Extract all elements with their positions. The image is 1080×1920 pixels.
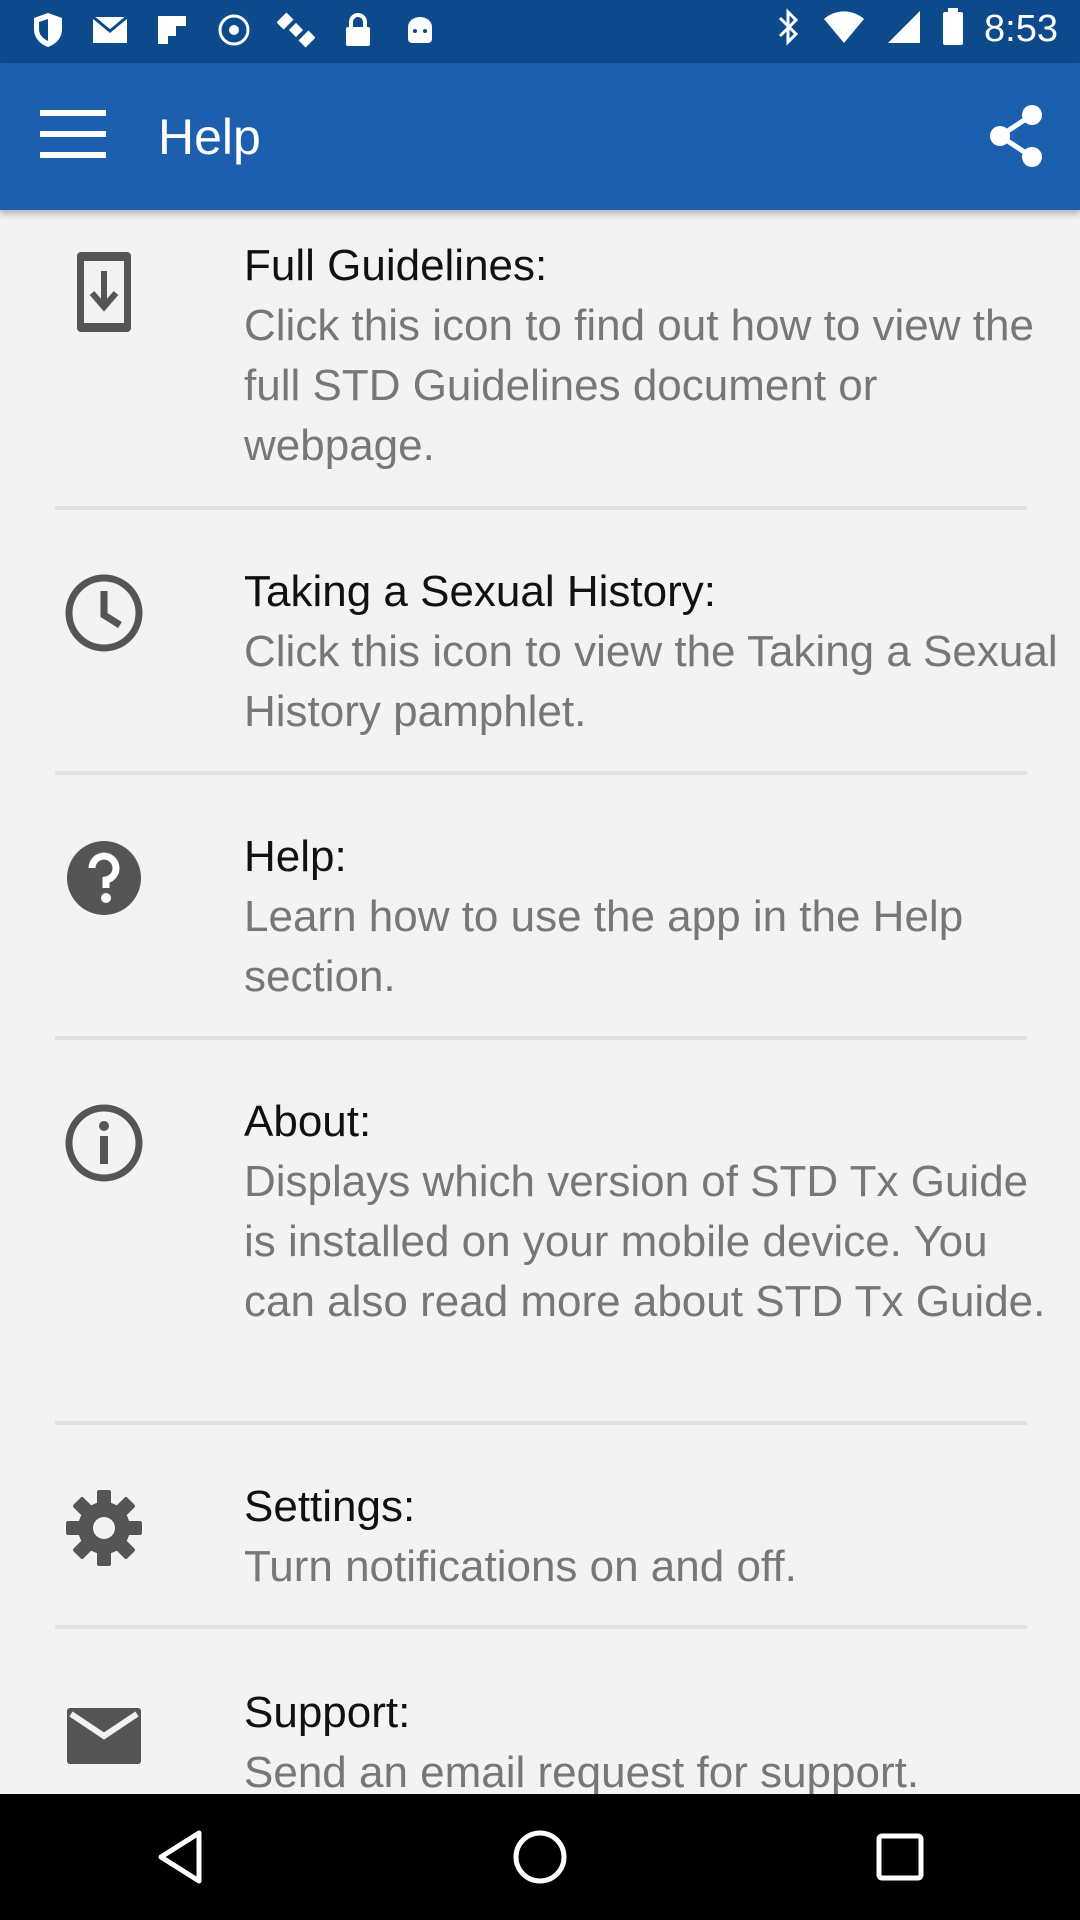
divider [55, 506, 1027, 510]
fake-gps-icon [214, 10, 254, 50]
battery-icon [942, 8, 964, 51]
navigation-bar [0, 1794, 1080, 1920]
divider [55, 1625, 1027, 1629]
lock-icon [338, 10, 378, 50]
wifi-icon [822, 9, 866, 50]
share-icon[interactable] [986, 103, 1046, 169]
item-description: Click this icon to view the Taking a Sex… [244, 627, 1058, 736]
status-time: 8:53 [984, 8, 1058, 50]
help-icon[interactable] [56, 830, 152, 926]
back-icon[interactable] [120, 1807, 240, 1907]
item-description: Learn how to use the app in the Help sec… [244, 892, 964, 1001]
item-title: Help: [244, 832, 347, 881]
bluetooth-icon [776, 8, 802, 51]
settings-icon[interactable] [56, 1480, 152, 1576]
download-document-icon[interactable] [56, 244, 152, 340]
help-list: Full Guidelines: Click this icon to find… [0, 210, 1080, 1794]
android-icon [400, 10, 440, 50]
gmail-icon [90, 10, 130, 50]
signal-icon [886, 9, 922, 50]
item-title: Support: [244, 1688, 411, 1737]
email-icon[interactable] [56, 1688, 152, 1784]
item-title: Full Guidelines: [244, 241, 548, 290]
recents-icon[interactable] [840, 1807, 960, 1907]
page-title: Help [158, 109, 261, 165]
home-icon[interactable] [480, 1807, 600, 1907]
item-title: Settings: [244, 1482, 416, 1531]
shield-icon [28, 10, 68, 50]
item-title: About: [244, 1097, 372, 1146]
item-description: Click this icon to find out how to view … [244, 301, 1034, 470]
satellite-icon [276, 10, 316, 50]
clock-icon[interactable] [56, 565, 152, 661]
divider [55, 1036, 1027, 1040]
status-bar: 8:53 [0, 0, 1080, 63]
flipboard-icon [152, 10, 192, 50]
app-bar: Help [0, 63, 1080, 210]
menu-icon[interactable] [40, 110, 106, 162]
divider [55, 1421, 1027, 1425]
item-description: Displays which version of STD Tx Guide i… [244, 1157, 1046, 1326]
item-description: Send an email request for support. [244, 1748, 920, 1794]
item-description: Turn notifications on and off. [244, 1542, 797, 1591]
item-title: Taking a Sexual History: [244, 567, 716, 616]
divider [55, 771, 1027, 775]
info-icon[interactable] [56, 1095, 152, 1191]
